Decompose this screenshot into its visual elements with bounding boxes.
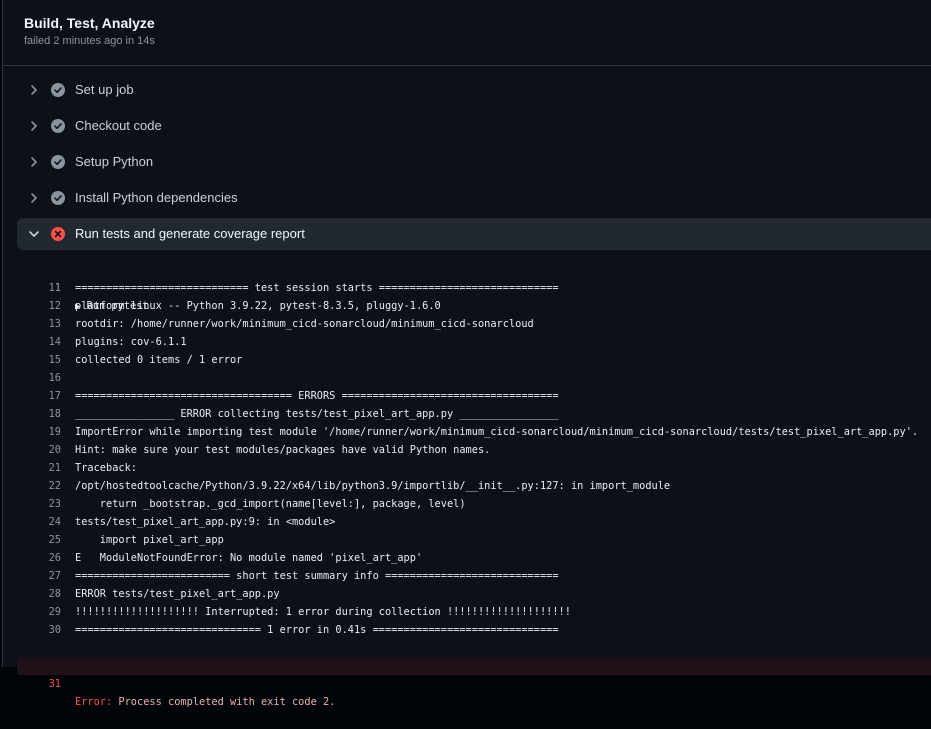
log-line: 28 ERROR tests/test_pixel_art_app.py: [17, 585, 931, 603]
check-circle-icon: [51, 83, 65, 97]
log-text: rootdir: /home/runner/work/minimum_cicd-…: [75, 318, 534, 330]
log-text: ============================ test sessio…: [75, 282, 559, 294]
check-circle-icon: [51, 119, 65, 133]
check-circle-icon: [51, 155, 65, 169]
step-label: Setup Python: [75, 154, 154, 169]
log-text: platform linux -- Python 3.9.22, pytest-…: [75, 300, 441, 312]
line-number[interactable]: 29: [17, 603, 61, 621]
line-number[interactable]: 25: [17, 531, 61, 549]
job-log-panel: Build, Test, Analyze failed 2 minutes ag…: [2, 0, 931, 708]
log-line: 27 ========================= short test s…: [17, 567, 931, 585]
line-number[interactable]: 19: [17, 423, 61, 441]
line-number[interactable]: 16: [17, 369, 61, 387]
log-text: plugins: cov-6.1.1: [75, 336, 187, 348]
log-text: ========================= short test sum…: [75, 570, 559, 582]
line-number[interactable]: 22: [17, 477, 61, 495]
log-line: 30 ============================== 1 error…: [17, 621, 931, 639]
chevron-right-icon[interactable]: [26, 82, 42, 98]
step-label: Checkout code: [75, 118, 162, 133]
chevron-right-icon[interactable]: [26, 118, 42, 134]
log-line: 24 tests/test_pixel_art_app.py:9: in <mod…: [17, 513, 931, 531]
chevron-right-icon[interactable]: [26, 190, 42, 206]
job-status-meta: failed 2 minutes ago in 14s: [24, 35, 155, 47]
log-line: 17 =================================== ER…: [17, 387, 931, 405]
log-line: 26 E ModuleNotFoundError: No module named…: [17, 549, 931, 567]
log-text: import pixel_art_app: [75, 534, 224, 546]
line-number[interactable]: 28: [17, 585, 61, 603]
log-text: Hint: make sure your test modules/packag…: [75, 444, 491, 456]
line-number[interactable]: 26: [17, 549, 61, 567]
log-line: 13 rootdir: /home/runner/work/minimum_cic…: [17, 315, 931, 333]
step-label: Install Python dependencies: [75, 190, 238, 205]
job-title: Build, Test, Analyze: [24, 15, 155, 31]
line-number[interactable]: 21: [17, 459, 61, 477]
log-text: ERROR tests/test_pixel_art_app.py: [75, 588, 280, 600]
log-group-header[interactable]: 1 ▶ Run pytest: [17, 261, 931, 312]
line-number[interactable]: 30: [17, 621, 61, 639]
log-line: 23 return _bootstrap._gcd_import(name[le…: [17, 495, 931, 513]
step-checkout-code[interactable]: Checkout code: [17, 110, 931, 142]
log-line: 22/opt/hostedtoolcache/Python/3.9.22/x64…: [17, 477, 931, 495]
log-line: 20 Hint: make sure your test modules/pack…: [17, 441, 931, 459]
error-message: Process completed with exit code 2.: [112, 696, 336, 708]
log-text: tests/test_pixel_art_app.py:9: in <modul…: [75, 516, 336, 528]
line-number[interactable]: 13: [17, 315, 61, 333]
log-output: 1 ▶ Run pytest 11 =======================…: [17, 261, 931, 708]
line-number[interactable]: 18: [17, 405, 61, 423]
step-setup-python[interactable]: Setup Python: [17, 146, 931, 178]
log-line: 21 Traceback:: [17, 459, 931, 477]
step-run-tests-and-generate-coverage-report[interactable]: Run tests and generate coverage report: [17, 218, 931, 250]
log-error-line: 31 Error: Process completed with exit co…: [17, 657, 931, 708]
log-line: 19 ImportError while importing test modul…: [17, 423, 931, 441]
line-number[interactable]: 14: [17, 333, 61, 351]
step-set-up-job[interactable]: Set up job: [17, 74, 931, 106]
log-line: 15 collected 0 items / 1 error: [17, 351, 931, 369]
log-line: 11 ============================ test sess…: [17, 279, 931, 297]
log-text: collected 0 items / 1 error: [75, 354, 243, 366]
log-text: !!!!!!!!!!!!!!!!!!!! Interrupted: 1 erro…: [75, 606, 571, 618]
line-number[interactable]: 12: [17, 297, 61, 315]
log-text: E ModuleNotFoundError: No module named '…: [75, 552, 423, 564]
chevron-down-icon[interactable]: [26, 226, 42, 242]
line-number[interactable]: 31: [17, 675, 61, 693]
step-install-python-dependencies[interactable]: Install Python dependencies: [17, 182, 931, 214]
log-line: 16: [17, 369, 931, 387]
log-line: 18 ________________ ERROR collecting test…: [17, 405, 931, 423]
log-text: return _bootstrap._gcd_import(name[level…: [75, 498, 466, 510]
log-text: Traceback:: [75, 462, 137, 474]
job-header: Build, Test, Analyze failed 2 minutes ag…: [3, 0, 931, 66]
step-label: Run tests and generate coverage report: [75, 226, 305, 241]
log-text: /opt/hostedtoolcache/Python/3.9.22/x64/l…: [75, 480, 671, 492]
line-number[interactable]: 24: [17, 513, 61, 531]
check-circle-icon: [51, 191, 65, 205]
log-text: =================================== ERRO…: [75, 390, 559, 402]
log-text: ============================== 1 error i…: [75, 624, 559, 636]
x-circle-icon: [51, 227, 65, 241]
chevron-right-icon[interactable]: [26, 154, 42, 170]
line-number[interactable]: 27: [17, 567, 61, 585]
line-number[interactable]: 15: [17, 351, 61, 369]
line-number[interactable]: 11: [17, 279, 61, 297]
step-label: Set up job: [75, 82, 134, 97]
log-line: 12 platform linux -- Python 3.9.22, pytes…: [17, 297, 931, 315]
line-number[interactable]: 23: [17, 495, 61, 513]
log-line: 29 !!!!!!!!!!!!!!!!!!!! Interrupted: 1 er…: [17, 603, 931, 621]
log-text: ________________ ERROR collecting tests/…: [75, 408, 559, 420]
error-prefix: Error:: [75, 696, 113, 708]
log-line: 14 plugins: cov-6.1.1: [17, 333, 931, 351]
log-text: ImportError while importing test module …: [75, 426, 919, 438]
log-line: 25 import pixel_art_app: [17, 531, 931, 549]
line-number[interactable]: 17: [17, 387, 61, 405]
line-number[interactable]: 20: [17, 441, 61, 459]
